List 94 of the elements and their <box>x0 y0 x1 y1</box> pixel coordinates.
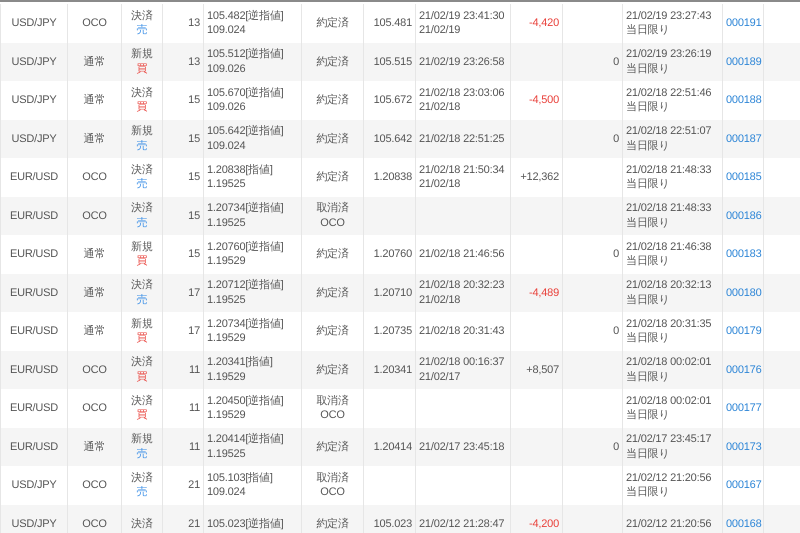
order-time: 21/02/17 23:45:17 当日限り <box>622 428 722 466</box>
order-status: 取消済 OCO <box>302 196 364 235</box>
trade-action: 決済 <box>131 278 153 293</box>
order-status: 約定済 <box>302 120 364 158</box>
quantity: 11 <box>162 428 204 466</box>
order-status: 約定済 <box>302 350 364 389</box>
quantity: 13 <box>162 42 204 81</box>
currency-pair: EUR/USD <box>0 196 68 235</box>
order-price: 105.512[逆指値] 109.026 <box>204 42 302 81</box>
execution-time: 21/02/18 22:51:25 <box>416 120 510 158</box>
order-number-link[interactable]: 000188 <box>726 94 762 106</box>
profit-loss: -4,489 <box>510 274 562 312</box>
quantity: 17 <box>162 274 204 312</box>
profit-loss: +8,507 <box>510 350 562 389</box>
trade-action: 決済 <box>131 86 153 100</box>
execution-time: 21/02/17 23:45:18 <box>416 428 510 466</box>
quantity: 21 <box>162 504 204 533</box>
order-type: OCO <box>68 196 122 235</box>
currency-pair: EUR/USD <box>0 350 68 389</box>
trade-direction: 買 <box>136 331 148 346</box>
order-number-link[interactable]: 000183 <box>726 248 762 260</box>
order-type: 通常 <box>68 42 122 81</box>
order-price: 105.023[逆指値] <box>204 504 302 533</box>
order-status: 約定済 <box>302 274 364 312</box>
trade-action: 決済 <box>131 201 153 216</box>
order-type: 通常 <box>68 274 122 312</box>
order-status: 約定済 <box>302 42 364 81</box>
trade-action: 新規 <box>131 240 153 254</box>
table-value: 0 <box>562 120 622 158</box>
order-type: 通常 <box>68 428 122 466</box>
currency-pair: EUR/USD <box>0 428 68 466</box>
currency-pair: USD/JPY <box>0 42 68 81</box>
trade-direction: 売 <box>136 177 148 192</box>
trade-direction: 買 <box>136 408 148 423</box>
order-time: 21/02/19 23:26:19 当日限り <box>622 42 722 81</box>
order-price: 105.642[逆指値] 109.024 <box>204 120 302 158</box>
trade-action: 決済 <box>131 394 153 408</box>
trade-direction: 売 <box>136 292 148 308</box>
order-time: 21/02/18 00:02:01 当日限り <box>622 350 722 389</box>
execution-time: 21/02/12 21:28:47 <box>416 504 510 533</box>
execution-time: 21/02/18 00:16:37 21/02/17 <box>416 350 510 389</box>
order-type: OCO <box>68 504 122 533</box>
trade-action: 決済 <box>131 470 153 486</box>
trade-action: 新規 <box>131 124 153 139</box>
order-time: 21/02/18 20:32:13 当日限り <box>622 274 722 312</box>
order-price: 1.20712[逆指値] 1.19525 <box>204 274 302 312</box>
order-number-link[interactable]: 000185 <box>726 171 762 184</box>
order-price: 1.20734[逆指値] 1.19525 <box>204 196 302 235</box>
execution-price: 1.20414 <box>364 428 416 466</box>
table-value: 0 <box>562 42 622 81</box>
trade-action: 新規 <box>131 316 153 332</box>
quantity: 15 <box>162 196 204 235</box>
trade-direction: 売 <box>136 446 148 462</box>
order-number-link[interactable]: 000167 <box>726 479 762 492</box>
order-number-link[interactable]: 000177 <box>726 402 762 414</box>
order-time: 21/02/18 21:48:33 当日限り <box>622 196 722 235</box>
trade-direction: 買 <box>136 62 148 76</box>
execution-price: 105.642 <box>364 120 416 158</box>
currency-pair: USD/JPY <box>0 504 68 533</box>
execution-time: 21/02/18 20:32:23 21/02/18 <box>416 274 510 312</box>
currency-pair: USD/JPY <box>0 120 68 158</box>
trade-action: 新規 <box>131 432 153 447</box>
execution-price: 1.20341 <box>364 350 416 389</box>
order-number-link[interactable]: 000179 <box>726 325 762 338</box>
order-price: 1.20341[指値] 1.19529 <box>204 350 302 389</box>
trade-direction: 売 <box>136 138 148 154</box>
trade-direction: 売 <box>136 216 148 230</box>
trade-direction: 買 <box>136 100 148 115</box>
order-time: 21/02/12 21:20:56 <box>622 504 722 533</box>
trade-direction: 売 <box>136 485 148 500</box>
trade-action: 決済 <box>131 355 153 370</box>
order-price: 1.20414[逆指値] 1.19525 <box>204 428 302 466</box>
trade-action: 決済 <box>131 516 153 531</box>
trade-direction: 売 <box>136 23 148 38</box>
execution-price: 1.20710 <box>364 274 416 312</box>
profit-loss: -4,200 <box>510 504 562 533</box>
trade-action: 新規 <box>131 47 153 62</box>
order-status: 約定済 <box>302 428 364 466</box>
execution-price: 105.515 <box>364 42 416 81</box>
order-number-link[interactable]: 000191 <box>726 17 762 30</box>
trade-action: 決済 <box>131 162 153 178</box>
currency-pair: EUR/USD <box>0 274 68 312</box>
trade-direction: 買 <box>136 370 148 384</box>
execution-time: 21/02/19 23:26:58 <box>416 42 510 81</box>
quantity: 15 <box>162 120 204 158</box>
order-type: OCO <box>68 350 122 389</box>
trade-direction: 買 <box>136 254 148 269</box>
table-value: 0 <box>562 428 622 466</box>
quantity: 11 <box>162 350 204 389</box>
trade-action: 決済 <box>131 8 153 24</box>
order-status: 約定済 <box>302 504 364 533</box>
execution-price: 105.023 <box>364 504 416 533</box>
order-type: 通常 <box>68 120 122 158</box>
order-time: 21/02/18 22:51:07 当日限り <box>622 120 722 158</box>
